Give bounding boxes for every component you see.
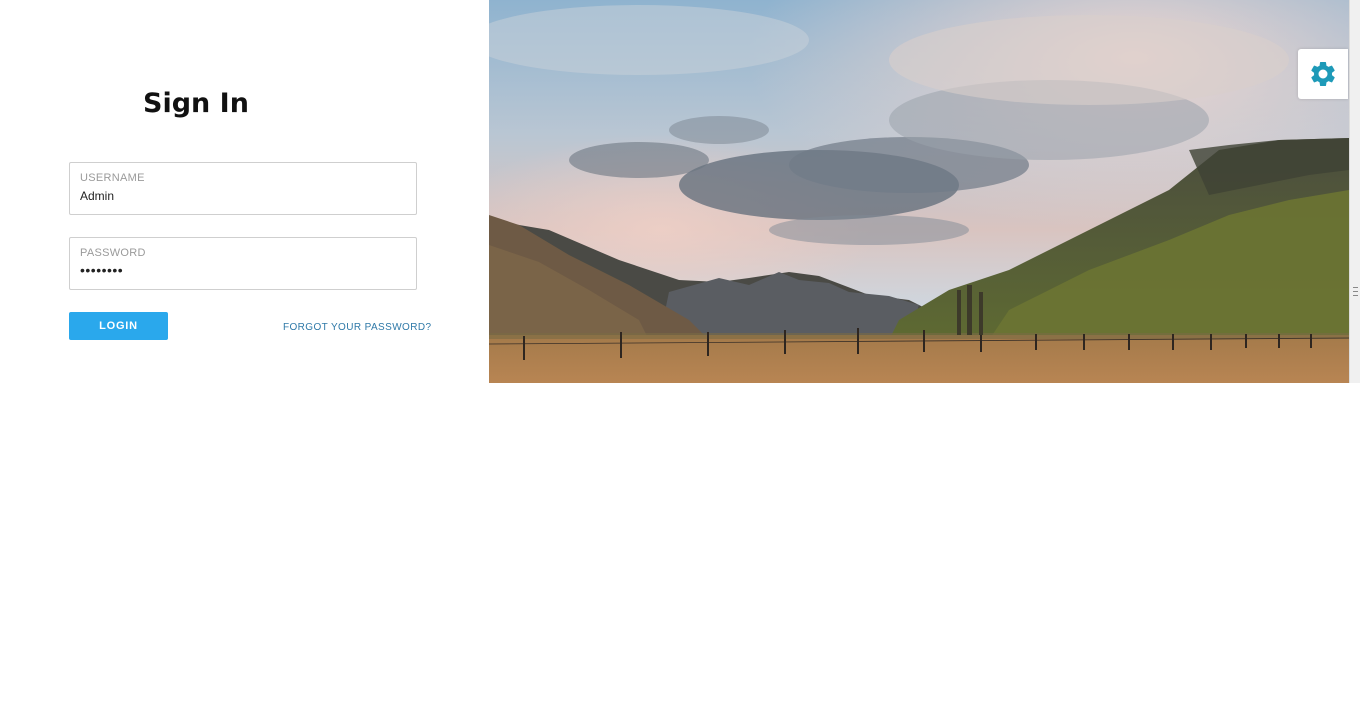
- password-label: PASSWORD: [80, 247, 146, 259]
- settings-button[interactable]: [1298, 49, 1348, 99]
- username-label: USERNAME: [80, 172, 145, 184]
- mountain-landscape-image: [489, 0, 1349, 383]
- login-panel: Sign In USERNAME PASSWORD LOGIN FORGOT Y…: [0, 0, 489, 383]
- password-input[interactable]: [80, 262, 400, 278]
- login-page: Sign In USERNAME PASSWORD LOGIN FORGOT Y…: [0, 0, 1360, 725]
- login-button[interactable]: LOGIN: [69, 312, 168, 340]
- username-input[interactable]: [80, 189, 400, 203]
- scrollbar[interactable]: [1349, 0, 1360, 383]
- password-field[interactable]: PASSWORD: [69, 237, 417, 290]
- username-field[interactable]: USERNAME: [69, 162, 417, 215]
- page-title: Sign In: [143, 88, 249, 119]
- scroll-grip[interactable]: [1353, 287, 1358, 296]
- gear-icon: [1311, 61, 1335, 86]
- forgot-password-link[interactable]: FORGOT YOUR PASSWORD?: [283, 322, 431, 333]
- hero-image: [489, 0, 1349, 383]
